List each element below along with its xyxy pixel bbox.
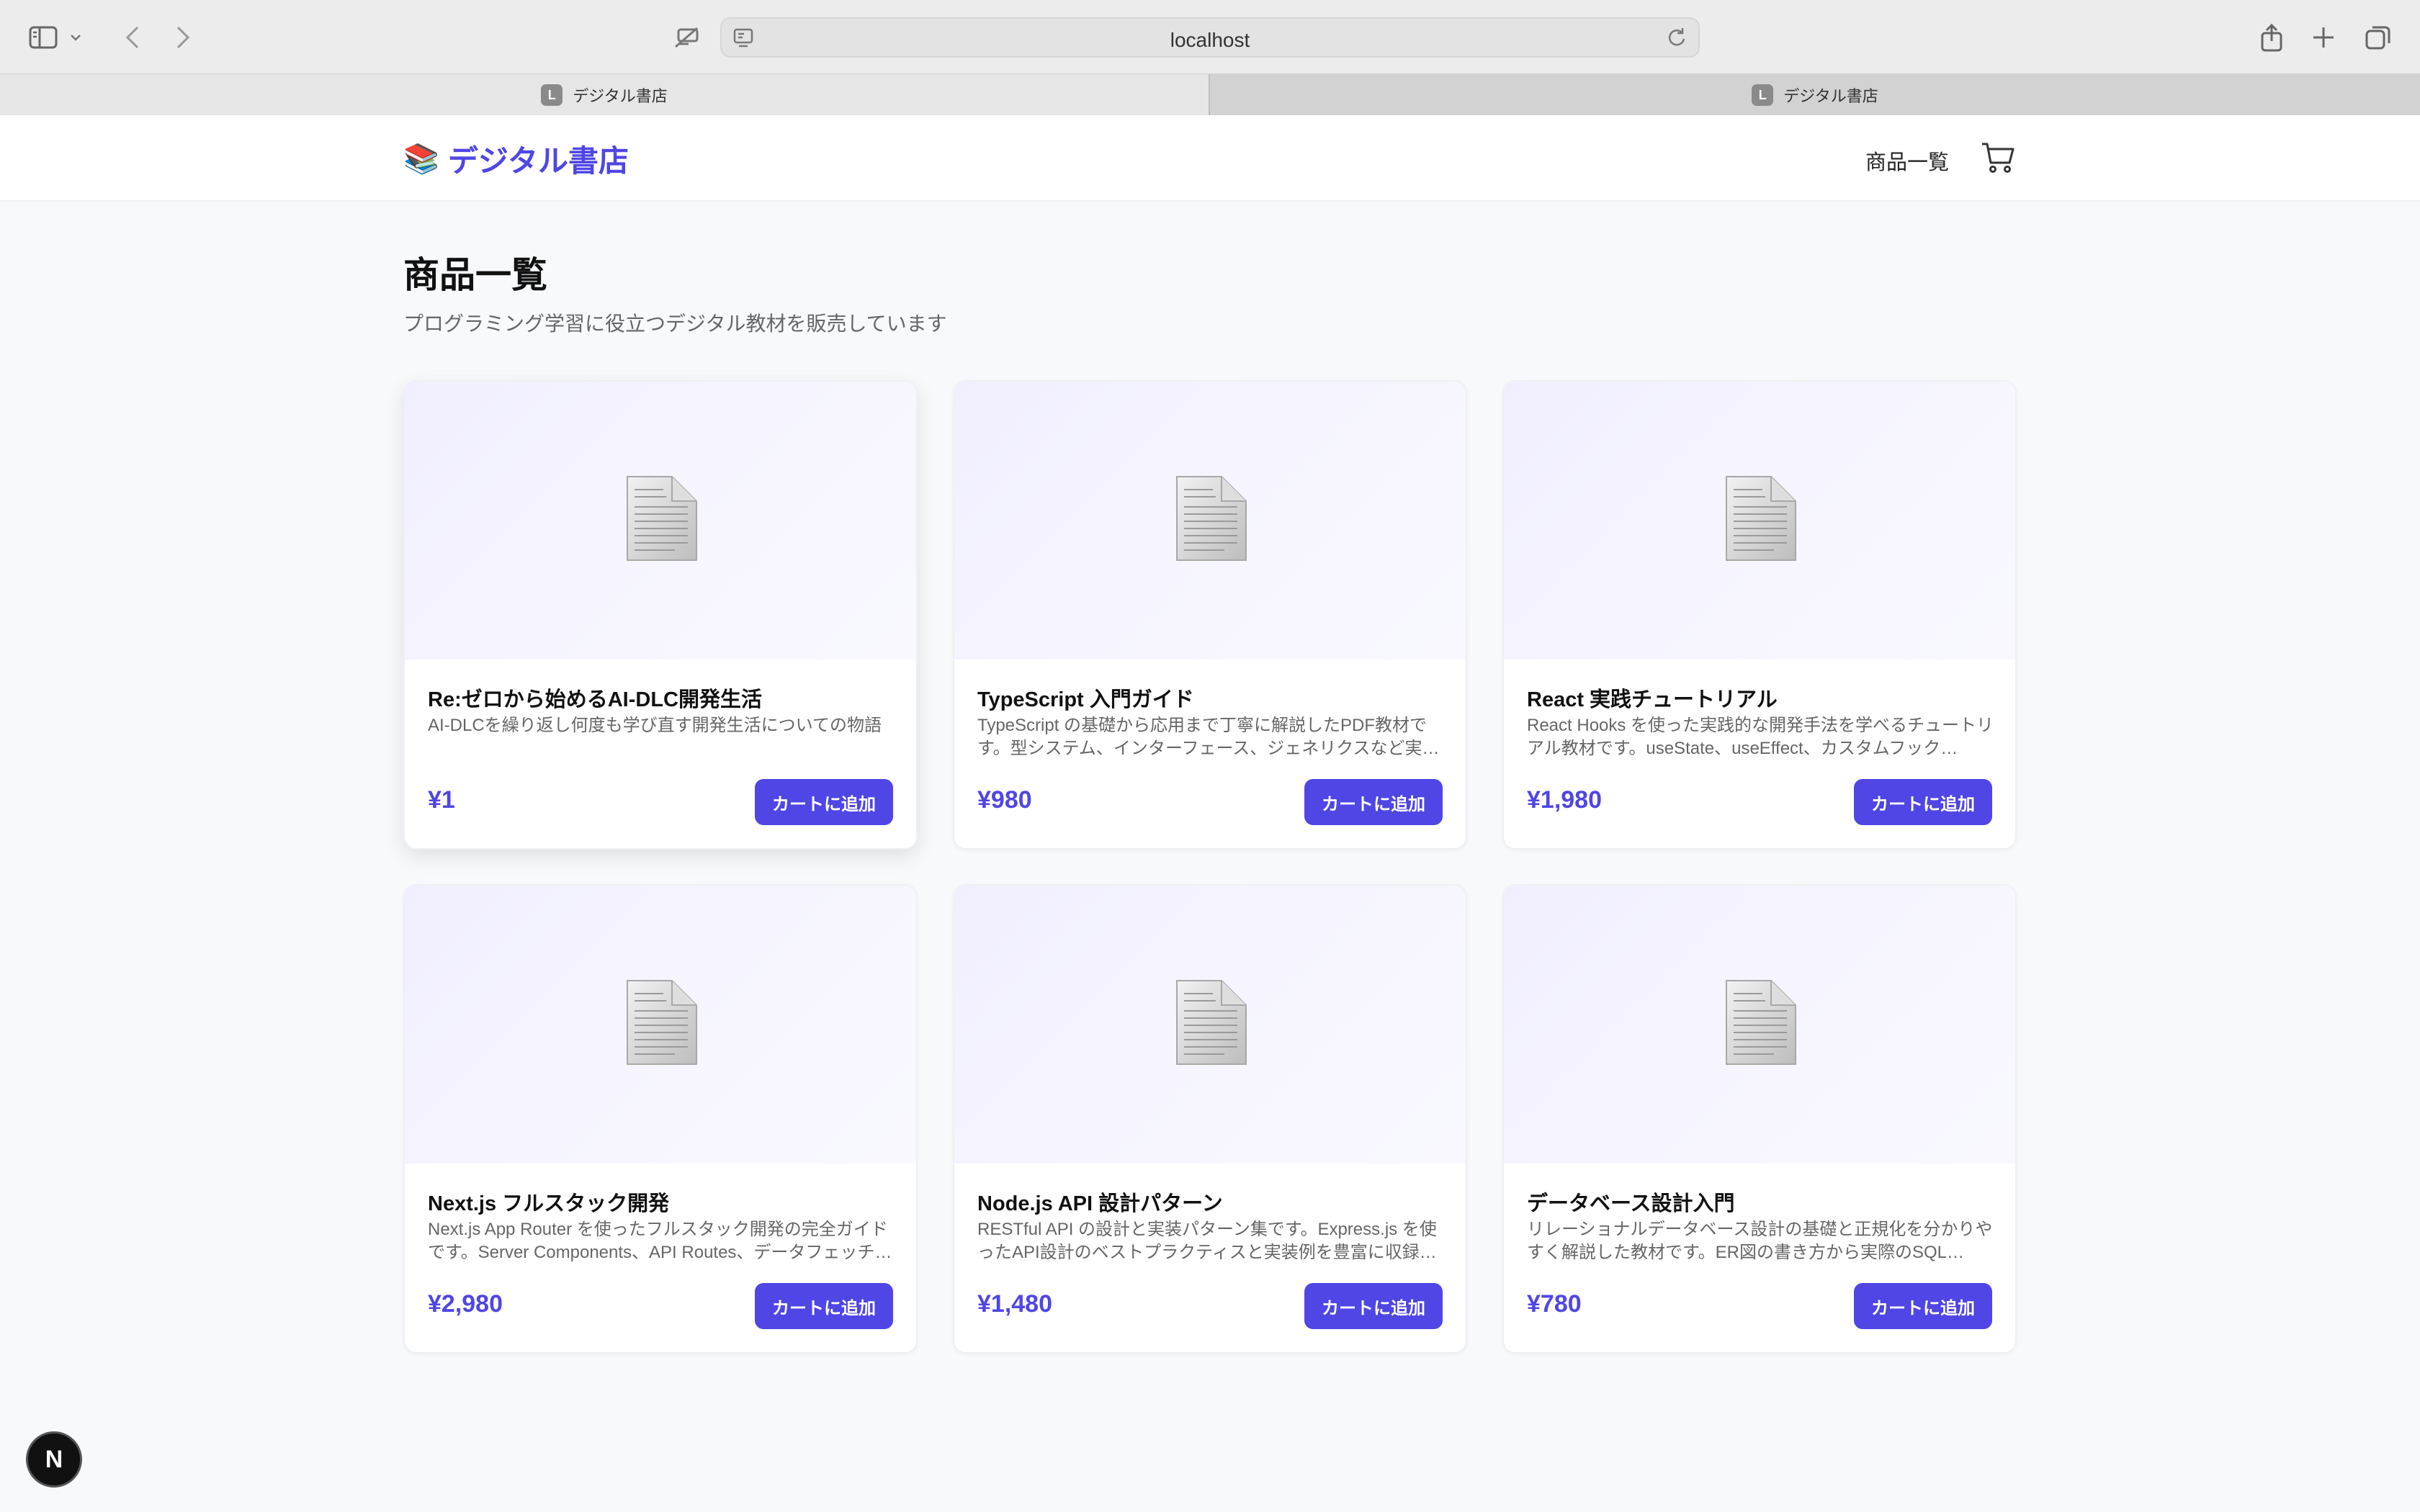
- add-to-cart-button[interactable]: カートに追加: [1304, 779, 1443, 825]
- page-title: 商品一覧: [403, 255, 547, 295]
- document-icon: [1724, 474, 1798, 567]
- product-title[interactable]: Next.js フルスタック開発: [428, 1187, 669, 1217]
- cart-icon[interactable]: [1981, 141, 2015, 178]
- extension-icon[interactable]: [670, 20, 704, 55]
- product-grid: Re:ゼロから始めるAI-DLC開発生活 AI-DLCを繰り返し何度も学び直す開…: [403, 380, 2017, 1354]
- share-icon[interactable]: [2254, 20, 2289, 55]
- chevron-down-icon[interactable]: [65, 20, 86, 55]
- product-price: ¥780: [1527, 1290, 1582, 1318]
- product-title[interactable]: Node.js API 設計パターン: [977, 1187, 1223, 1217]
- nextjs-dev-tools-button[interactable]: N: [26, 1431, 82, 1488]
- page-subtitle: プログラミング学習に役立つデジタル教材を販売しています: [403, 312, 947, 335]
- product-image: [954, 886, 1466, 1164]
- tab-favicon: L: [1752, 84, 1774, 106]
- add-to-cart-button[interactable]: カートに追加: [1854, 1283, 1992, 1329]
- tab-inactive[interactable]: L デジタル書店: [1209, 74, 2420, 116]
- tab-bar: L デジタル書店 L デジタル書店: [0, 73, 2420, 116]
- brand-logo-link[interactable]: 📚 デジタル書店: [403, 137, 629, 181]
- product-title[interactable]: データベース設計入門: [1527, 1187, 1735, 1217]
- product-image: [1504, 382, 2015, 660]
- add-to-cart-button[interactable]: カートに追加: [1304, 1283, 1443, 1329]
- product-card[interactable]: データベース設計入門 リレーショナルデータベース設計の基礎と正規化を分かりやすく…: [1502, 884, 2017, 1354]
- tab-title: デジタル書店: [573, 87, 668, 105]
- product-image: [1504, 886, 2015, 1164]
- add-to-cart-button[interactable]: カートに追加: [755, 779, 893, 825]
- product-card[interactable]: React 実践チュートリアル React Hooks を使った実践的な開発手法…: [1502, 380, 2017, 850]
- product-description: RESTful API の設計と実装パターン集です。Express.js を使っ…: [977, 1220, 1437, 1262]
- product-title[interactable]: Re:ゼロから始めるAI-DLC開発生活: [428, 683, 762, 713]
- product-description: TypeScript の基礎から応用まで丁寧に解説したPDF教材です。型システム…: [977, 716, 1440, 758]
- document-icon: [624, 474, 699, 567]
- product-price: ¥1,980: [1527, 786, 1602, 814]
- product-description: Next.js App Router を使ったフルスタック開発の完全ガイドです。…: [428, 1220, 892, 1262]
- tab-active[interactable]: L デジタル書店: [0, 74, 1209, 116]
- tab-overview-icon[interactable]: [2361, 20, 2396, 55]
- product-title[interactable]: React 実践チュートリアル: [1527, 683, 1778, 713]
- new-tab-icon[interactable]: [2306, 20, 2341, 55]
- document-icon: [624, 978, 699, 1071]
- product-card[interactable]: Re:ゼロから始めるAI-DLC開発生活 AI-DLCを繰り返し何度も学び直す開…: [403, 380, 918, 850]
- sidebar-toggle-icon[interactable]: [26, 20, 60, 55]
- product-title[interactable]: TypeScript 入門ガイド: [977, 683, 1194, 713]
- tab-favicon: L: [541, 84, 563, 106]
- product-description: AI-DLCを繰り返し何度も学び直す開発生活についての物語: [428, 716, 882, 735]
- site-header: 📚 デジタル書店 商品一覧: [0, 115, 2420, 202]
- product-price: ¥1,480: [977, 1290, 1052, 1318]
- browser-toolbar: localhost: [0, 0, 2420, 73]
- product-description: React Hooks を使った実践的な開発手法を学べるチュートリアル教材です。…: [1527, 716, 1994, 758]
- product-card[interactable]: TypeScript 入門ガイド TypeScript の基礎から応用まで丁寧に…: [953, 380, 1467, 850]
- product-price: ¥980: [977, 786, 1032, 814]
- back-icon[interactable]: [115, 20, 150, 55]
- product-image: [954, 382, 1466, 660]
- add-to-cart-button[interactable]: カートに追加: [755, 1283, 893, 1329]
- address-bar[interactable]: localhost: [720, 17, 1700, 58]
- product-image: [405, 382, 916, 660]
- nav-products-link[interactable]: 商品一覧: [1865, 145, 1949, 176]
- product-card[interactable]: Next.js フルスタック開発 Next.js App Router を使った…: [403, 884, 918, 1354]
- product-price: ¥1: [428, 786, 455, 814]
- product-card[interactable]: Node.js API 設計パターン RESTful API の設計と実装パター…: [953, 884, 1467, 1354]
- books-icon: 📚: [403, 143, 439, 175]
- add-to-cart-button[interactable]: カートに追加: [1854, 779, 1992, 825]
- document-icon: [1724, 978, 1798, 1071]
- url-text: localhost: [1170, 29, 1250, 51]
- product-image: [405, 886, 916, 1164]
- document-icon: [1174, 978, 1249, 1071]
- product-description: リレーショナルデータベース設計の基礎と正規化を分かりやすく解説した教材です。ER…: [1527, 1220, 1993, 1262]
- reload-icon[interactable]: [1665, 26, 1688, 53]
- tab-title: デジタル書店: [1783, 87, 1878, 105]
- product-price: ¥2,980: [428, 1290, 503, 1318]
- forward-icon[interactable]: [166, 20, 200, 55]
- document-icon: [1174, 474, 1249, 567]
- brand-name: デジタル書店: [447, 144, 629, 178]
